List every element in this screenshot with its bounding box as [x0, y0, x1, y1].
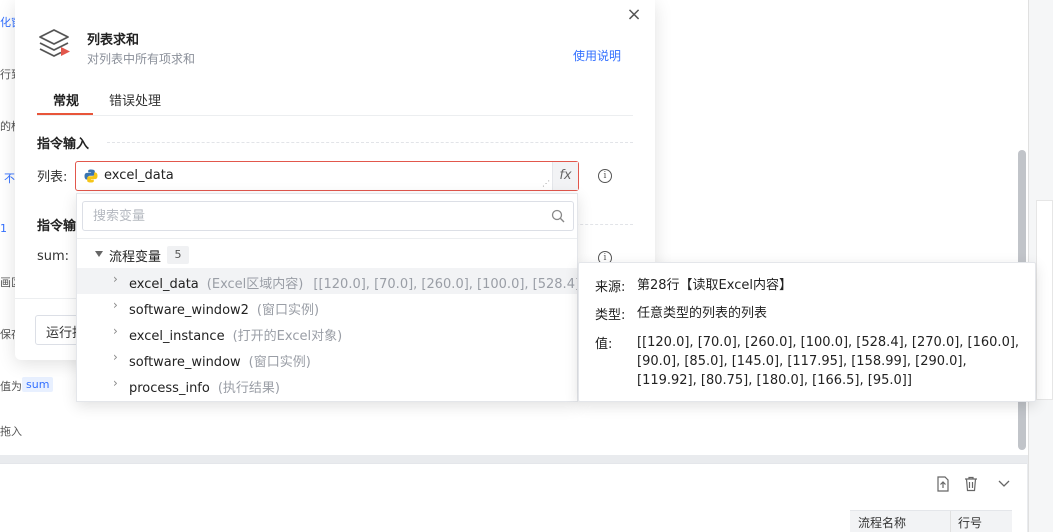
list-field-label: 列表:	[37, 170, 68, 185]
table-header: 流程名称 行号	[850, 510, 1012, 532]
variable-group-count: 5	[167, 246, 189, 264]
chevron-right-icon[interactable]: ›	[113, 350, 118, 364]
tooltip-source-label: 来源:	[595, 280, 626, 295]
variable-name: software_window2	[129, 303, 249, 318]
resize-grip-icon[interactable]: ⋰	[542, 180, 550, 188]
variable-item-process-info[interactable]: › process_info (执行结果)	[77, 372, 577, 398]
variable-group-label: 流程变量	[109, 250, 162, 265]
fx-button[interactable]: fx	[552, 162, 578, 190]
variable-item-excel-data[interactable]: › excel_data (Excel区域内容) [[120.0], [70.0],…	[77, 268, 577, 294]
help-link[interactable]: 使用说明	[573, 47, 621, 64]
variable-type: (Excel区域内容)	[206, 277, 304, 292]
tooltip-value-label: 值:	[595, 337, 613, 352]
caret-down-icon[interactable]	[95, 251, 103, 257]
active-tab-indicator	[37, 113, 93, 115]
column-header-flow-name[interactable]: 流程名称	[858, 514, 906, 531]
chevron-right-icon[interactable]: ›	[113, 272, 118, 286]
dialog-tabs: 常规 错误处理	[37, 86, 633, 116]
output-section-title: 指令输	[37, 219, 77, 234]
variable-name: software_window	[129, 355, 241, 370]
dialog-title: 列表求和	[87, 33, 140, 48]
variable-type: (窗口实例)	[256, 303, 320, 318]
column-header-line-number[interactable]: 行号	[958, 514, 982, 531]
chevron-right-icon[interactable]: ›	[113, 298, 118, 312]
variable-search-input[interactable]	[83, 202, 543, 230]
tab-error-handling[interactable]: 错误处理	[109, 90, 161, 109]
tooltip-source-value: 第28行【读取Excel内容】	[637, 278, 792, 293]
chevron-right-icon[interactable]: ›	[113, 324, 118, 338]
section-divider	[107, 142, 633, 143]
tooltip-type-value: 任意类型的列表的列表	[637, 306, 768, 321]
bg-text-fragment: 1	[0, 222, 7, 235]
bg-text-fragment: 不	[4, 172, 15, 185]
variable-name: excel_instance	[129, 329, 225, 344]
layers-icon	[39, 29, 70, 57]
tab-general[interactable]: 常规	[53, 90, 79, 109]
variable-item-software-window[interactable]: › software_window (窗口实例)	[77, 346, 577, 372]
export-icon[interactable]	[934, 476, 952, 494]
variable-item-excel-instance[interactable]: › excel_instance (打开的Excel对象)	[77, 320, 577, 346]
dialog-description: 对列表中所有项求和	[87, 52, 196, 66]
close-icon[interactable]: ×	[625, 6, 643, 24]
list-input[interactable]: excel_data ⋰ fx	[75, 161, 579, 191]
variable-name: process_info	[129, 381, 210, 396]
variable-name: excel_data	[129, 277, 199, 292]
bg-sum-prefix: 值为	[0, 380, 22, 393]
chevron-down-icon[interactable]	[995, 476, 1013, 494]
tooltip-value-text: [[120.0], [70.0], [260.0], [100.0], [528…	[637, 335, 1020, 388]
info-icon[interactable]: i	[598, 169, 612, 183]
variable-tooltip: 来源: 第28行【读取Excel内容】 类型: 任意类型的列表的列表 值: [[…	[578, 262, 1036, 402]
variable-item-software-window2[interactable]: › software_window2 (窗口实例)	[77, 294, 577, 320]
bg-sum-badge: sum	[22, 377, 54, 392]
trash-icon[interactable]	[962, 476, 980, 494]
bg-text-fragment: 拖入	[0, 425, 22, 438]
variable-dropdown: 流程变量 5 › excel_data (Excel区域内容) [[120.0], …	[76, 193, 578, 402]
column-divider	[950, 511, 951, 532]
variable-type: (打开的Excel对象)	[232, 329, 343, 344]
tooltip-type-label: 类型:	[595, 308, 626, 323]
list-input-value: excel_data	[104, 168, 174, 183]
input-section-title: 指令输入	[37, 137, 90, 152]
dropdown-divider	[77, 238, 577, 239]
variable-search-box	[82, 201, 574, 231]
right-side-panel	[1036, 200, 1053, 400]
sum-field-label: sum:	[37, 249, 70, 264]
variable-type: (窗口实例)	[248, 355, 311, 370]
variable-group-flow[interactable]: 流程变量 5	[77, 244, 577, 266]
python-icon	[84, 169, 98, 183]
bottom-panel: 流程名称 行号	[0, 463, 1027, 532]
variable-preview: [[120.0], [70.0], [260.0], [100.0], [528…	[313, 277, 577, 292]
search-icon[interactable]	[551, 209, 565, 223]
chevron-right-icon[interactable]: ›	[113, 376, 118, 390]
variable-type: (执行结果)	[217, 381, 280, 396]
